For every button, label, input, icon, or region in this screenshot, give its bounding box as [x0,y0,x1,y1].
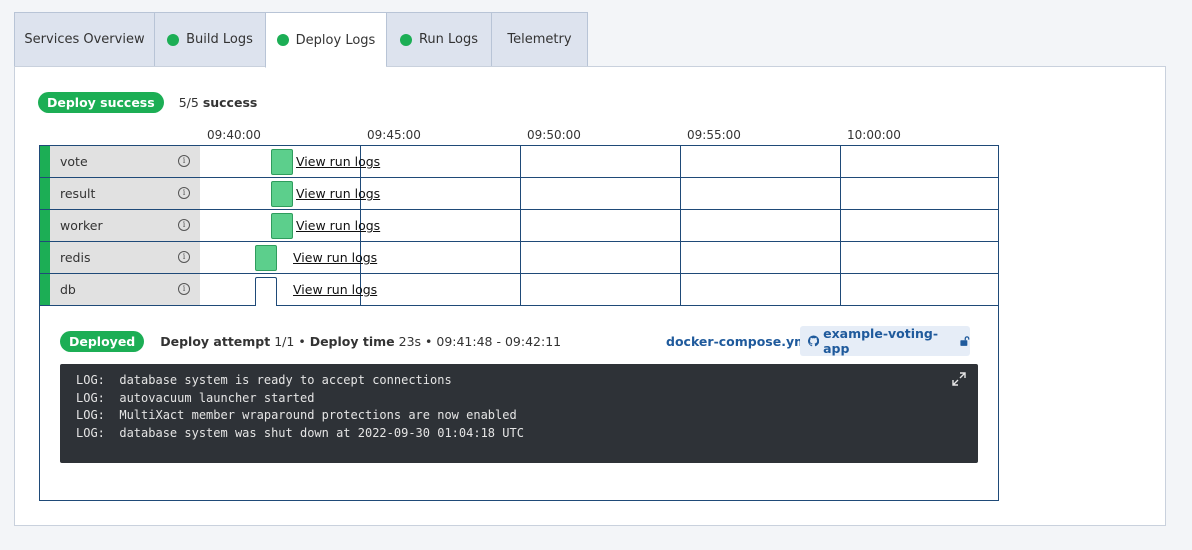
expand-icon[interactable] [952,372,966,386]
info-icon[interactable]: i [178,219,190,231]
unlock-icon [960,336,970,346]
log-line: LOG: database system was shut down at 20… [76,425,524,440]
deploy-bar-selected[interactable] [255,277,277,306]
deploy-detail-header: Deployed Deploy attempt 1/1 • Deploy tim… [60,331,561,352]
view-run-logs-link[interactable]: View run logs [296,186,380,201]
github-icon [808,335,820,347]
status-dot-icon [167,33,180,46]
view-run-logs-link[interactable]: View run logs [296,218,380,233]
log-line: LOG: autovacuum launcher started [76,390,315,405]
service-row-worker: worker i View run logs [40,210,998,242]
info-icon[interactable]: i [178,283,190,295]
service-name: redis [60,250,91,265]
compose-file-link[interactable]: docker-compose.yml [666,334,811,349]
view-run-logs-link[interactable]: View run logs [293,250,377,265]
tab-label: Deploy Logs [295,32,376,48]
service-name-cell: redis i [50,242,200,273]
service-row-db: db i View run logs [40,274,998,306]
service-name-cell: db i [50,274,200,305]
tab-label: Run Logs [418,32,479,47]
service-name-cell: result i [50,178,200,209]
repo-link-button[interactable]: example-voting-app [800,326,970,356]
status-accent [40,242,50,273]
deploy-meta: Deploy attempt 1/1 • Deploy time 23s • 0… [160,334,562,349]
deploy-bar[interactable] [271,149,293,175]
info-icon[interactable]: i [178,187,190,199]
status-accent [40,210,50,241]
time-axis-label: 09:55:00 [687,128,741,142]
tab-run-logs[interactable]: Run Logs [386,12,491,67]
tab-label: Telemetry [507,32,572,47]
deploy-status: Deploy success 5/5 success [38,92,257,113]
time-axis-label: 10:00:00 [847,128,901,142]
service-name-cell: vote i [50,146,200,177]
status-accent [40,274,50,305]
tab-telemetry[interactable]: Telemetry [491,12,588,67]
info-icon[interactable]: i [178,155,190,167]
service-name-cell: worker i [50,210,200,241]
log-output: LOG: database system is ready to accept … [60,364,978,463]
tab-label: Services Overview [24,32,145,47]
view-run-logs-link[interactable]: View run logs [293,282,377,297]
tab-label: Build Logs [186,32,253,47]
deploy-success-badge: Deploy success [38,92,164,113]
service-row-redis: redis i View run logs [40,242,998,274]
service-name: vote [60,154,88,169]
deployed-badge: Deployed [60,331,145,352]
log-line: LOG: MultiXact member wraparound protect… [76,408,517,422]
status-accent [40,178,50,209]
service-row-result: result i View run logs [40,178,998,210]
tab-bar: Services Overview Build Logs Deploy Logs… [14,12,588,68]
log-line: LOG: database system is ready to accept … [76,373,452,387]
tab-deploy-logs[interactable]: Deploy Logs [265,12,386,68]
service-name: result [60,186,96,201]
deploy-bar[interactable] [271,181,293,207]
info-icon[interactable]: i [178,251,190,263]
tab-services-overview[interactable]: Services Overview [14,12,154,67]
status-dot-icon [276,34,289,46]
deploy-bar[interactable] [271,213,293,239]
repo-name: example-voting-app [823,326,939,356]
success-count: 5/5 success [178,95,258,110]
time-axis-label: 09:40:00 [207,128,261,142]
service-row-vote: vote i View run logs [40,146,998,178]
service-name: worker [60,218,103,233]
time-axis-label: 09:45:00 [367,128,421,142]
status-dot-icon [399,33,412,46]
view-run-logs-link[interactable]: View run logs [296,154,380,169]
service-name: db [60,282,76,297]
tab-build-logs[interactable]: Build Logs [154,12,265,67]
deploy-bar[interactable] [255,245,277,271]
time-axis-label: 09:50:00 [527,128,581,142]
status-accent [40,146,50,177]
